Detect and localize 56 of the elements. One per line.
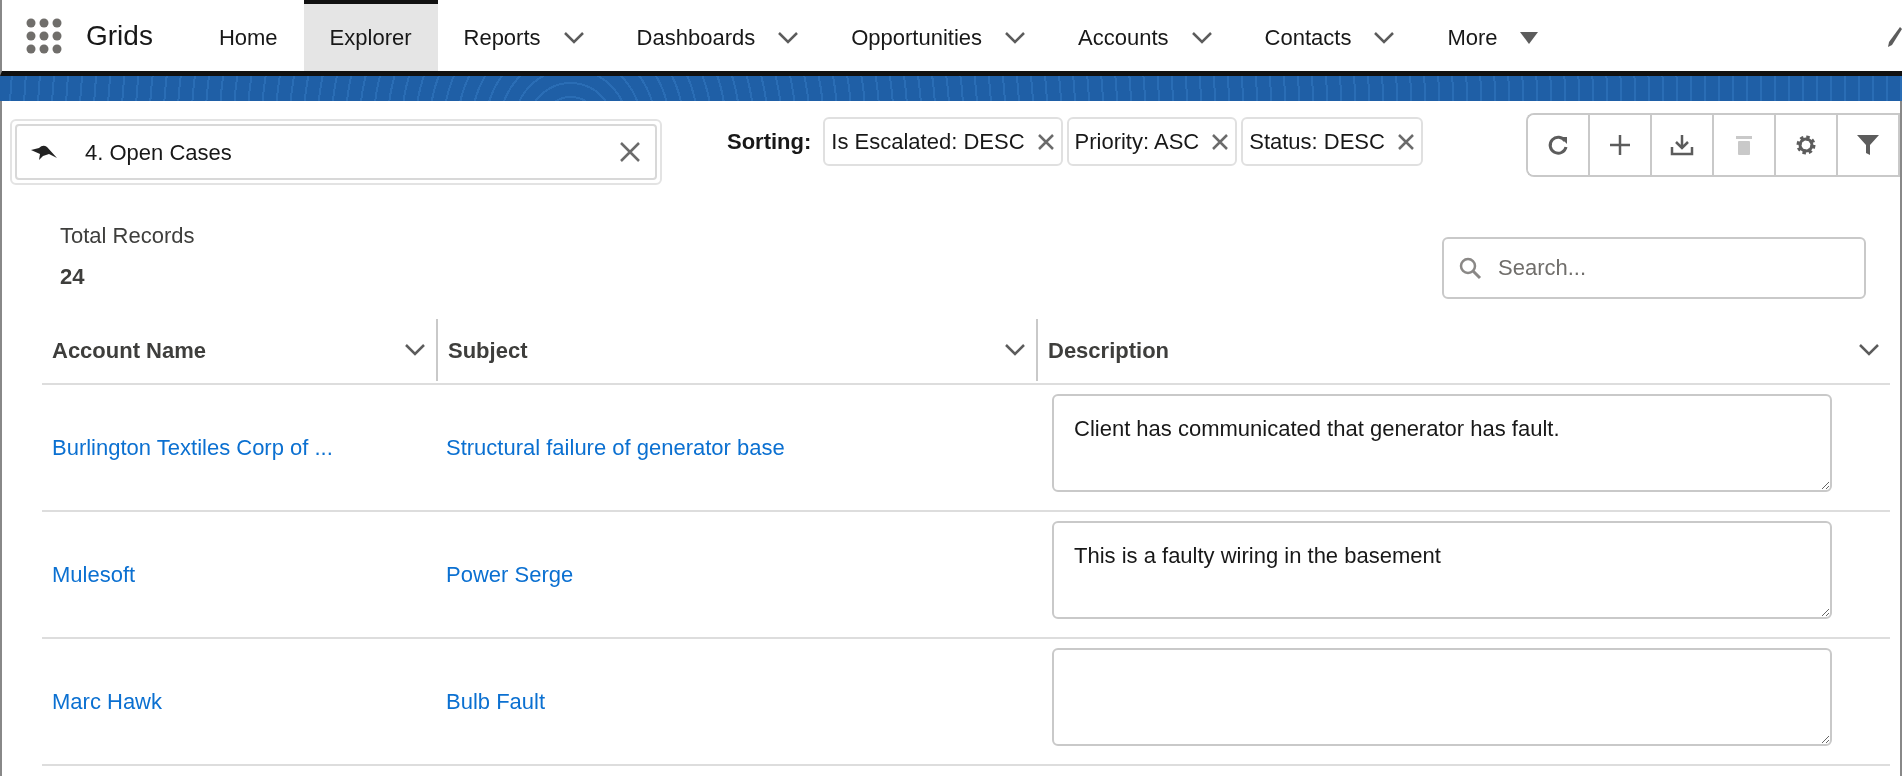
close-icon bbox=[1036, 132, 1055, 151]
download-icon bbox=[1670, 133, 1694, 157]
sorting-label: Sorting: bbox=[727, 128, 812, 156]
chevron-down-icon bbox=[1004, 30, 1027, 45]
total-records-value: 24 bbox=[60, 263, 86, 291]
column-header[interactable]: Subject bbox=[436, 319, 1036, 381]
chevron-down-icon bbox=[1004, 343, 1026, 357]
description-field[interactable] bbox=[1052, 648, 1832, 746]
nav-tab[interactable]: Dashboards bbox=[610, 0, 826, 71]
column-header[interactable]: Description bbox=[1036, 319, 1890, 381]
account-link[interactable]: Burlington Textiles Corp of ... bbox=[42, 435, 343, 460]
chevron-down-icon bbox=[1190, 30, 1213, 45]
subject-link[interactable]: Bulb Fault bbox=[436, 689, 556, 714]
chevron-down-icon bbox=[1858, 343, 1880, 357]
picker-value: 4. Open Cases bbox=[85, 138, 233, 167]
chip-label: Priority: ASC bbox=[1074, 128, 1200, 156]
remove-sort-button[interactable] bbox=[1396, 132, 1415, 151]
close-icon bbox=[1211, 132, 1230, 151]
nav-tab[interactable]: Explorer bbox=[303, 0, 438, 71]
description-field[interactable]: This is a faulty wiring in the basement bbox=[1052, 521, 1832, 619]
filter-icon bbox=[1856, 133, 1880, 157]
bird-icon bbox=[31, 144, 57, 160]
column-header[interactable]: Account Name bbox=[42, 317, 436, 383]
description-field[interactable]: Client has communicated that generator has fault. bbox=[1052, 394, 1832, 492]
clear-button[interactable] bbox=[619, 141, 641, 163]
gear-icon bbox=[1794, 133, 1818, 157]
nav-tab[interactable]: Opportunities bbox=[825, 0, 1053, 71]
chevron-down-icon bbox=[404, 343, 426, 357]
account-link[interactable]: Mulesoft bbox=[42, 562, 146, 587]
search-field[interactable]: Search... bbox=[1442, 237, 1866, 299]
chip-label: Status: DESC bbox=[1249, 128, 1385, 156]
chip-label: Is Escalated: DESC bbox=[831, 128, 1025, 156]
remove-sort-button[interactable] bbox=[1036, 132, 1055, 151]
refresh-button[interactable] bbox=[1528, 115, 1590, 175]
nav-tab[interactable]: Contacts bbox=[1238, 0, 1422, 71]
pencil-icon[interactable] bbox=[1888, 24, 1902, 47]
chevron-down-icon bbox=[777, 30, 800, 45]
subject-link[interactable]: Power Serge bbox=[436, 562, 584, 587]
remove-sort-button[interactable] bbox=[1211, 132, 1230, 151]
app-launcher-icon[interactable] bbox=[26, 17, 62, 54]
close-icon bbox=[619, 141, 641, 163]
add-icon bbox=[1608, 133, 1632, 157]
chevron-down-icon bbox=[562, 30, 585, 45]
nav-tab[interactable]: Reports bbox=[437, 0, 611, 71]
refresh-icon bbox=[1546, 133, 1570, 157]
nav-tab[interactable]: Home bbox=[192, 0, 304, 71]
subject-link[interactable]: Structural failure of generator base bbox=[436, 435, 795, 460]
grid-picker-field[interactable]: 4. Open Cases bbox=[15, 124, 657, 180]
nav-tab[interactable]: Accounts bbox=[1052, 0, 1239, 71]
chevron-down-icon bbox=[1373, 30, 1396, 45]
nav-tab[interactable]: More bbox=[1421, 0, 1564, 71]
triangle-down-icon bbox=[1519, 31, 1538, 44]
total-records-label: Total Records bbox=[60, 222, 195, 250]
close-icon bbox=[1396, 132, 1415, 151]
app-title: Grids bbox=[86, 18, 153, 53]
account-link[interactable]: Marc Hawk bbox=[42, 689, 172, 714]
